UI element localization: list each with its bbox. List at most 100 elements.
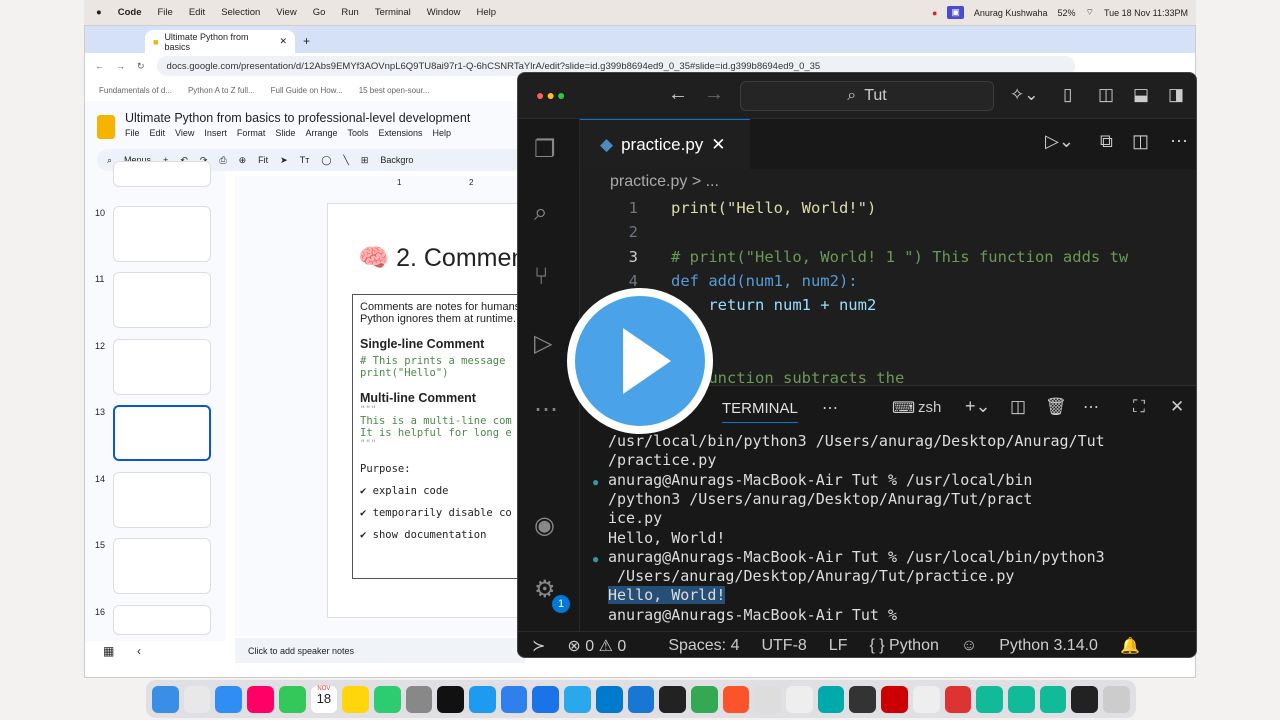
menu-slide[interactable]: Slide — [275, 128, 295, 138]
toggle-secondary-sidebar-icon[interactable]: ◨ — [1168, 85, 1184, 105]
menu-file[interactable]: File — [125, 128, 140, 138]
panel-more-icon[interactable]: ⋯ — [822, 398, 838, 418]
menu-insert[interactable]: Insert — [204, 128, 227, 138]
dock-app-icon[interactable] — [690, 685, 718, 713]
dock-app-icon[interactable] — [1103, 685, 1130, 713]
bookmark[interactable]: Full Guide on How... — [271, 86, 343, 95]
dock-app-icon[interactable] — [881, 685, 908, 713]
menu-go[interactable]: Go — [313, 7, 326, 18]
dock-app-icon[interactable] — [1039, 685, 1067, 713]
menu-format[interactable]: Format — [237, 128, 266, 138]
dock-app-icon[interactable] — [849, 685, 877, 713]
close-icon[interactable]: ✕ — [279, 36, 287, 47]
close-icon[interactable]: ✕ — [711, 135, 725, 155]
python-interpreter[interactable]: Python 3.14.0 — [999, 637, 1098, 655]
menu-file[interactable]: File — [158, 7, 173, 18]
tab-practice-py[interactable]: ◆ practice.py ✕ — [580, 119, 750, 169]
bookmark[interactable]: 15 best open-sour... — [359, 86, 430, 95]
problems-indicator[interactable]: ⊗ 0 ⚠ 0 — [567, 636, 626, 656]
dock-app-icon[interactable] — [247, 685, 274, 713]
menu-edit[interactable]: Edit — [189, 7, 205, 18]
tab-terminal[interactable]: TERMINAL — [722, 400, 798, 423]
more-icon[interactable]: ⋯ — [1083, 397, 1099, 417]
slide-thumbnail[interactable] — [113, 339, 211, 395]
maximize-icon[interactable]: ⛶ — [1133, 397, 1145, 417]
split-editor-icon[interactable]: ◫ — [1132, 131, 1149, 152]
explorer-icon[interactable]: ❐ — [534, 135, 556, 164]
shell-name[interactable]: zsh — [918, 399, 941, 416]
doc-title[interactable]: Ultimate Python from basics to professio… — [125, 111, 470, 125]
dock-app-icon[interactable] — [1007, 685, 1035, 713]
reload-icon[interactable]: ↻ — [137, 61, 145, 72]
dock-app-icon[interactable] — [659, 685, 686, 713]
run-debug-icon[interactable]: ▷ — [534, 329, 552, 358]
source-control-icon[interactable]: ⑂ — [534, 263, 548, 291]
bell-icon[interactable]: 🔔 — [1120, 636, 1140, 656]
bookmark[interactable]: Python A to Z full... — [188, 86, 255, 95]
toggle-panel-icon[interactable]: ⬓ — [1133, 85, 1149, 105]
menu-arrange[interactable]: Arrange — [305, 128, 337, 138]
new-terminal-icon[interactable]: +⌄ — [965, 396, 991, 417]
textbox-icon[interactable]: Tт — [300, 155, 310, 165]
slide[interactable]: 🧠 2. Commen Comments are notes for human… — [327, 203, 532, 618]
apple-icon[interactable]: ● — [96, 7, 102, 18]
remote-indicator-icon[interactable]: ≻ — [532, 636, 545, 656]
dock-app-icon[interactable] — [373, 685, 401, 713]
dock-app-icon[interactable] — [405, 685, 433, 713]
dock-app-icon[interactable] — [437, 685, 465, 713]
copilot-icon[interactable]: ✧⌄ — [1010, 85, 1039, 105]
menu-view[interactable]: View — [175, 128, 194, 138]
user-name[interactable]: Anurag Kushwaha — [974, 8, 1048, 18]
background-button[interactable]: Backgro — [380, 155, 413, 165]
speaker-notes[interactable]: Click to add speaker notes — [235, 638, 525, 663]
comment-icon[interactable]: ⊞ — [361, 155, 369, 166]
zoom-select[interactable]: Fit — [258, 155, 268, 165]
dock-app-icon[interactable] — [564, 685, 591, 713]
dock-app-icon[interactable] — [722, 685, 750, 713]
line-icon[interactable]: ╲ — [343, 155, 348, 166]
split-terminal-icon[interactable]: ◫ — [1010, 397, 1026, 417]
dock-app-icon[interactable] — [183, 685, 211, 713]
browser-tab[interactable]: ■ Ultimate Python from basics ✕ — [145, 30, 295, 53]
indentation[interactable]: Spaces: 4 — [668, 637, 739, 655]
menu-window[interactable]: Window — [427, 7, 461, 18]
bookmark[interactable]: Fundamentals of d... — [99, 86, 172, 95]
slide-thumbnail-selected[interactable] — [113, 405, 211, 461]
dock-app-icon[interactable] — [152, 685, 179, 713]
menu-extensions[interactable]: Extensions — [378, 128, 422, 138]
terminal-icon[interactable]: ⌨ — [892, 398, 915, 418]
record-icon[interactable]: ● — [932, 8, 937, 18]
back-icon[interactable]: ← — [668, 83, 688, 106]
menu-edit[interactable]: Edit — [150, 128, 166, 138]
dock-app-icon[interactable] — [754, 685, 782, 713]
menu-help[interactable]: Help — [477, 7, 497, 18]
dock-app-icon[interactable] — [817, 685, 845, 713]
dock-app-icon[interactable] — [532, 685, 560, 713]
grid-view-icon[interactable]: ▦ — [103, 644, 114, 658]
new-tab-button[interactable]: + — [303, 34, 310, 48]
dock-app-icon[interactable] — [912, 685, 940, 713]
copilot-icon[interactable]: ☺ — [961, 637, 977, 655]
dock-app-icon[interactable] — [278, 685, 306, 713]
slide-thumbnail[interactable] — [113, 472, 211, 528]
slide-thumbnail[interactable] — [113, 272, 211, 328]
print-icon[interactable]: ⎙ — [219, 155, 226, 166]
more-icon[interactable]: ⋯ — [534, 395, 558, 424]
more-actions-icon[interactable]: ⋯ — [1170, 131, 1188, 152]
traffic-lights[interactable]: ●●● — [536, 87, 567, 103]
dock-app-icon[interactable] — [215, 685, 243, 713]
screen-icon[interactable]: ▣ — [947, 6, 964, 19]
dock-app-icon[interactable] — [595, 685, 623, 713]
dock-app-icon[interactable] — [976, 685, 1003, 713]
slide-thumbnail[interactable] — [113, 538, 211, 594]
zoom-icon[interactable]: ⊕ — [239, 155, 247, 166]
clock[interactable]: Tue 18 Nov 11:33PM — [1104, 8, 1188, 18]
dock-app-icon[interactable] — [469, 685, 496, 713]
battery-level[interactable]: 52% — [1057, 8, 1075, 18]
dock-app-icon[interactable] — [1071, 685, 1099, 713]
forward-icon[interactable]: → — [704, 83, 724, 106]
remote-icon[interactable]: ⧉ — [1100, 131, 1113, 152]
menu-tools[interactable]: Tools — [347, 128, 368, 138]
account-icon[interactable]: ◉ — [534, 511, 555, 540]
dock-app-icon[interactable] — [786, 685, 813, 713]
